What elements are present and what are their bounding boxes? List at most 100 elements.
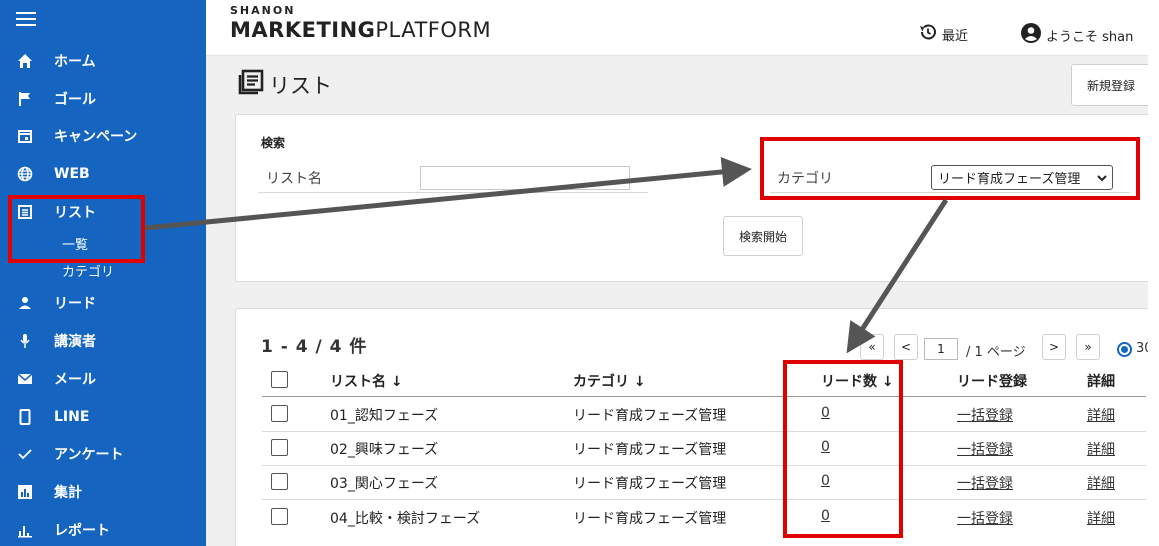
new-registration-button[interactable]: 新規登録	[1071, 64, 1151, 106]
sidebar-item-goal[interactable]: ゴール	[0, 84, 206, 114]
sidebar-item-label: LINE	[54, 409, 90, 425]
row-divider	[262, 465, 1146, 466]
list-name-label: リスト名	[266, 171, 322, 187]
category-select[interactable]: リード育成フェーズ管理	[931, 165, 1113, 190]
sidebar-item-aggregate[interactable]: 集計	[0, 477, 206, 507]
page-title: リスト	[237, 68, 332, 101]
row-lead-count-link[interactable]: 0	[821, 508, 830, 524]
sidebar-item-label: メール	[54, 372, 96, 388]
check-icon	[14, 443, 36, 465]
row-detail-link[interactable]: 詳細	[1087, 508, 1115, 528]
row-bulk-register-link[interactable]: 一括登録	[957, 439, 1013, 459]
search-heading: 検索	[261, 136, 286, 150]
recent-button[interactable]: 最近	[918, 22, 968, 46]
category-select-value: リード育成フェーズ管理	[938, 172, 1081, 187]
row-category: リード育成フェーズ管理	[573, 511, 727, 527]
column-header-lead-count[interactable]: リード数 ↓	[821, 371, 894, 391]
row-bulk-register-link[interactable]: 一括登録	[957, 508, 1013, 528]
search-start-button[interactable]: 検索開始	[723, 216, 803, 256]
sidebar-item-lead[interactable]: リード	[0, 288, 206, 318]
sidebar-item-home[interactable]: ホーム	[0, 46, 206, 76]
row-detail-link[interactable]: 詳細	[1087, 473, 1115, 493]
row-list-name: 01_認知フェーズ	[330, 408, 439, 424]
sidebar-item-mail[interactable]: メール	[0, 364, 206, 394]
sidebar: ホーム ゴール キャンペーン WEB リスト 一覧 カテゴリ リード 講演者 メ…	[0, 0, 206, 546]
sidebar-item-campaign[interactable]: キャンペーン	[0, 121, 206, 151]
row-divider	[262, 431, 1146, 432]
field-divider	[770, 192, 1130, 193]
next-page-button[interactable]: >	[1042, 334, 1066, 360]
microphone-icon	[14, 330, 36, 352]
column-header-lead-registration: リード登録	[957, 374, 1027, 390]
calendar-icon	[14, 125, 36, 147]
bar-chart-icon	[14, 481, 36, 503]
sidebar-item-label: キャンペーン	[54, 129, 138, 145]
top-header: SHANON MARKETINGPLATFORM 最近 ようこそ shan	[206, 0, 1159, 56]
first-page-button[interactable]: «	[860, 334, 884, 360]
sidebar-item-label: レポート	[54, 523, 110, 539]
page-title-text: リスト	[269, 73, 332, 98]
sidebar-subitem-list-index[interactable]: 一覧	[62, 234, 88, 253]
sidebar-item-label: ゴール	[54, 92, 96, 108]
row-category: リード育成フェーズ管理	[573, 442, 727, 458]
list-icon	[237, 68, 265, 101]
mail-icon	[14, 368, 36, 390]
list-icon	[14, 201, 36, 223]
account-circle-icon	[1020, 22, 1042, 48]
row-checkbox[interactable]	[271, 439, 288, 456]
logo-bold-text: MARKETING	[230, 18, 376, 42]
globe-icon	[14, 163, 36, 185]
sidebar-item-line[interactable]: LINE	[0, 402, 206, 432]
row-detail-link[interactable]: 詳細	[1087, 405, 1115, 425]
sidebar-item-speaker[interactable]: 講演者	[0, 326, 206, 356]
sidebar-item-web[interactable]: WEB	[0, 159, 206, 189]
sidebar-item-label: WEB	[54, 166, 90, 182]
search-panel	[235, 114, 1159, 282]
column-header-list-name[interactable]: リスト名 ↓	[330, 371, 403, 391]
user-menu[interactable]: ようこそ shan	[1020, 22, 1133, 48]
row-list-name: 02_興味フェーズ	[330, 442, 439, 458]
sidebar-item-label: ホーム	[54, 54, 96, 70]
row-lead-count-link[interactable]: 0	[821, 439, 830, 455]
row-checkbox[interactable]	[271, 508, 288, 525]
column-header-detail: 詳細	[1087, 374, 1115, 390]
report-icon	[14, 519, 36, 541]
sidebar-item-report[interactable]: レポート	[0, 515, 206, 545]
row-detail-link[interactable]: 詳細	[1087, 439, 1115, 459]
sidebar-subitem-category[interactable]: カテゴリ	[62, 261, 114, 280]
per-page-radio[interactable]	[1117, 342, 1132, 357]
logo[interactable]: MARKETINGPLATFORM	[230, 18, 491, 42]
table-header-divider	[262, 396, 1146, 397]
sidebar-item-label: 集計	[54, 485, 82, 501]
row-lead-count-link[interactable]: 0	[821, 473, 830, 489]
list-name-input[interactable]	[420, 166, 630, 190]
row-category: リード育成フェーズ管理	[573, 408, 727, 424]
history-icon	[918, 22, 938, 46]
sidebar-item-list[interactable]: リスト	[0, 197, 206, 227]
hamburger-menu-icon[interactable]	[16, 12, 36, 26]
category-label: カテゴリ	[777, 171, 833, 187]
flag-icon	[14, 88, 36, 110]
page-total: / 1 ページ	[966, 345, 1026, 360]
row-divider	[262, 499, 1146, 500]
prev-page-button[interactable]: <	[894, 334, 918, 360]
row-category: リード育成フェーズ管理	[573, 476, 727, 492]
welcome-label: ようこそ shan	[1046, 29, 1134, 45]
last-page-button[interactable]: »	[1076, 334, 1100, 360]
sidebar-item-label: 講演者	[54, 334, 96, 350]
result-count: 1 - 4 / 4 件	[261, 337, 368, 357]
row-checkbox[interactable]	[271, 405, 288, 422]
logo-light-text: PLATFORM	[375, 18, 492, 42]
row-lead-count-link[interactable]: 0	[821, 405, 830, 421]
chevron-down-icon	[1096, 172, 1108, 188]
sidebar-item-survey[interactable]: アンケート	[0, 439, 206, 469]
select-all-checkbox[interactable]	[271, 371, 288, 388]
logo-top-text: SHANON	[230, 4, 296, 17]
column-header-category[interactable]: カテゴリ ↓	[573, 371, 646, 391]
row-bulk-register-link[interactable]: 一括登録	[957, 473, 1013, 493]
sidebar-item-label: アンケート	[54, 447, 124, 463]
sidebar-item-label: リスト	[54, 205, 96, 221]
row-bulk-register-link[interactable]: 一括登録	[957, 405, 1013, 425]
page-number-input[interactable]: 1	[924, 338, 958, 360]
row-checkbox[interactable]	[271, 473, 288, 490]
